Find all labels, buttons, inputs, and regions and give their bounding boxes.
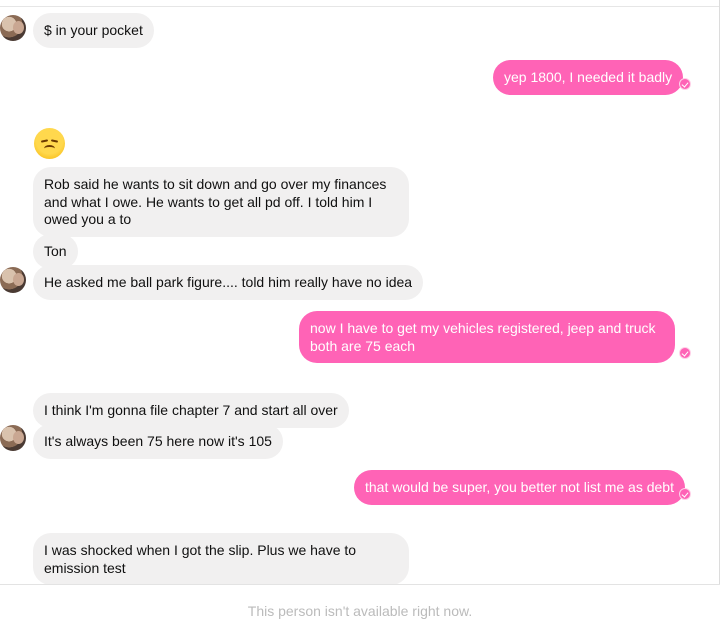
message-incoming[interactable]: He asked me ball park figure.... told hi…: [33, 265, 424, 300]
composer-unavailable-bar: This person isn't available right now.: [0, 584, 720, 622]
message-incoming[interactable]: Ton: [33, 234, 78, 269]
thread-top-divider: [0, 6, 719, 7]
message-outgoing[interactable]: yep 1800, I needed it badly: [493, 60, 684, 95]
message-thread[interactable]: $ in your pocket yep 1800, I needed it b…: [0, 0, 720, 584]
message-incoming[interactable]: It's always been 75 here now it's 105: [33, 424, 283, 459]
seen-receipt-icon: [679, 347, 691, 359]
contact-avatar-icon[interactable]: [0, 15, 26, 41]
contact-avatar-icon[interactable]: [0, 425, 26, 451]
message-outgoing[interactable]: now I have to get my vehicles registered…: [299, 311, 675, 363]
unavailable-status-text: This person isn't available right now.: [247, 603, 473, 619]
message-incoming[interactable]: $ in your pocket: [33, 13, 154, 48]
message-incoming[interactable]: I was shocked when I got the slip. Plus …: [33, 533, 409, 584]
message-outgoing[interactable]: that would be super, you better not list…: [354, 470, 685, 505]
message-incoming[interactable]: Rob said he wants to sit down and go ove…: [33, 167, 409, 237]
disappointed-face-emoji[interactable]: [34, 128, 65, 159]
seen-receipt-icon: [679, 78, 691, 90]
seen-receipt-icon: [679, 488, 691, 500]
message-incoming[interactable]: I think I'm gonna file chapter 7 and sta…: [33, 393, 349, 428]
contact-avatar-icon[interactable]: [0, 267, 26, 293]
